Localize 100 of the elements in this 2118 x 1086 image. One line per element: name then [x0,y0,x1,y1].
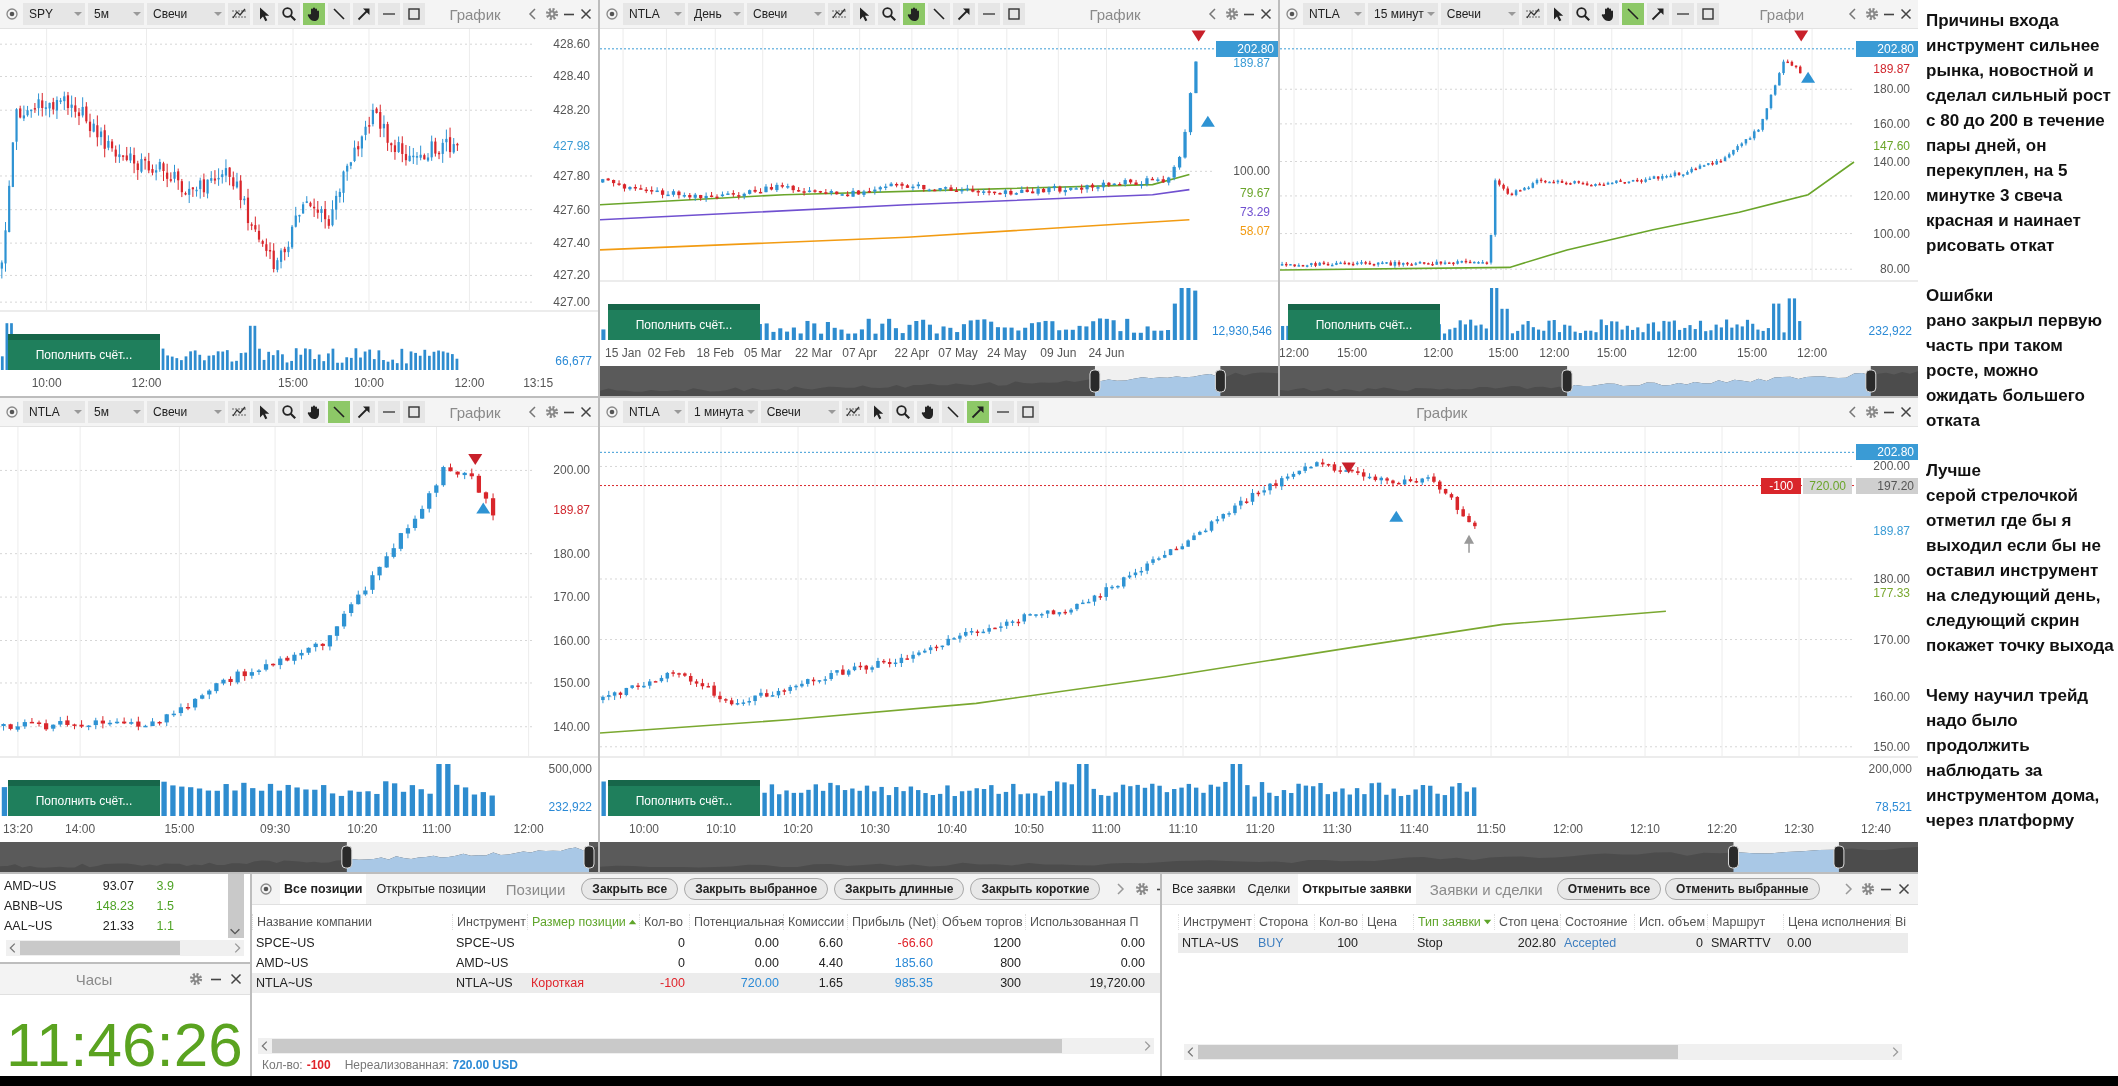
close-icon[interactable] [578,404,594,420]
line-tool-button[interactable] [941,401,964,423]
column-header[interactable]: Кол-во [639,914,689,930]
hand-tool-button[interactable] [916,401,939,423]
column-header[interactable]: Кол-во [1314,914,1362,930]
interval-dropdown[interactable]: 1 минута [688,401,758,423]
rectangle-tool-button[interactable] [1016,401,1039,423]
chart-type-dropdown[interactable]: Свечи [760,401,839,423]
deposit-button[interactable]: Пополнить счёт... [1288,304,1440,340]
column-header[interactable]: Маршрут [1707,914,1783,930]
column-header[interactable]: Цена исполнения [1783,914,1890,930]
action-button[interactable]: Закрыть короткие [970,878,1101,900]
hand-tool-button[interactable] [903,3,925,25]
symbol-dropdown[interactable]: NTLA [23,401,85,423]
horizontal-line-tool-button[interactable] [378,3,400,25]
zoom-tool-button[interactable] [878,3,900,25]
horizontal-line-tool-button[interactable] [1671,3,1694,25]
column-header[interactable]: Использованная П [1025,914,1149,930]
action-button[interactable]: Закрыть все [581,878,679,900]
action-button[interactable]: Отменить все [1556,878,1662,900]
action-button[interactable]: Отменить выбранные [1665,878,1820,900]
column-header[interactable]: Исп. объем [1634,914,1707,930]
column-header[interactable]: Состояние [1560,914,1634,930]
horizontal-scrollbar[interactable] [258,1038,1154,1054]
close-icon[interactable] [1258,6,1274,22]
settings-icon[interactable] [188,971,204,987]
hand-tool-button[interactable] [1596,3,1619,25]
symbol-dropdown[interactable]: SPY [23,3,85,25]
arrow-tool-button[interactable] [953,3,975,25]
minimize-icon[interactable] [1880,887,1892,891]
tab[interactable]: Открытые позиции [372,874,490,904]
rectangle-tool-button[interactable] [403,401,425,423]
indicators-tool-button[interactable] [1521,3,1544,25]
minimize-icon[interactable] [210,977,222,981]
tab[interactable]: Все позиции [280,874,367,904]
horizontal-line-tool-button[interactable] [978,3,1000,25]
zoom-tool-button[interactable] [891,401,914,423]
close-icon[interactable] [1898,404,1914,420]
minimize-icon[interactable] [563,410,575,414]
hand-tool-button[interactable] [303,401,325,423]
column-header[interactable]: Комиссии [783,914,847,930]
horizontal-line-tool-button[interactable] [991,401,1014,423]
chart-type-dropdown[interactable]: Свечи [147,401,225,423]
column-header[interactable]: Инструмент [1178,914,1254,930]
close-icon[interactable] [1896,881,1912,897]
indicators-tool-button[interactable] [841,401,864,423]
tab[interactable]: Все заявки [1168,874,1240,904]
horizontal-line-tool-button[interactable] [378,401,400,423]
minimize-icon[interactable] [1883,12,1895,16]
table-row[interactable]: NTLA~US NTLA~US Короткая -100 720.00 1.65 985.35 300 19,720.00 [252,973,1160,993]
column-header[interactable]: Стоп цена [1494,914,1560,930]
zoom-tool-button[interactable] [1571,3,1594,25]
range-navigator[interactable] [1280,366,1918,396]
cursor-tool-button[interactable] [853,3,875,25]
symbol-dropdown[interactable]: NTLA [623,401,685,423]
minimize-icon[interactable] [1883,410,1895,414]
vertical-scrollbar[interactable] [228,874,244,938]
line-tool-button[interactable] [328,401,350,423]
settings-icon[interactable] [1134,881,1151,897]
rectangle-tool-button[interactable] [403,3,425,25]
deposit-button[interactable]: Пополнить счёт... [608,780,760,816]
order-quantity[interactable]: -100 [1761,477,1802,494]
column-header[interactable]: Прибыль (Net) [847,914,937,930]
deposit-button[interactable]: Пополнить счёт... [608,304,760,340]
range-navigator[interactable] [600,366,1278,396]
arrow-tool-button[interactable] [1646,3,1669,25]
range-navigator[interactable] [0,842,598,872]
table-row[interactable]: NTLA~US BUY 100 Stop 202.80 Accepted 0 SMARTTV 0.00 [1178,933,1908,953]
line-tool-button[interactable] [328,3,350,25]
zoom-tool-button[interactable] [278,401,300,423]
symbol-dropdown[interactable]: NTLA [623,3,685,25]
cursor-tool-button[interactable] [866,401,889,423]
indicators-tool-button[interactable] [228,3,250,25]
rectangle-tool-button[interactable] [1696,3,1719,25]
symbol-dropdown[interactable]: NTLA [1303,3,1365,25]
cursor-tool-button[interactable] [253,3,275,25]
cursor-tool-button[interactable] [1546,3,1569,25]
minimize-icon[interactable] [1243,12,1255,16]
horizontal-scrollbar[interactable] [6,940,244,956]
hand-tool-button[interactable] [303,3,325,25]
action-button[interactable]: Закрыть выбранное [684,878,829,900]
cursor-tool-button[interactable] [253,401,275,423]
interval-dropdown[interactable]: 5м [88,3,144,25]
arrow-tool-button[interactable] [353,3,375,25]
zoom-tool-button[interactable] [278,3,300,25]
rectangle-tool-button[interactable] [1003,3,1025,25]
deposit-button[interactable]: Пополнить счёт... [8,334,160,370]
chart-type-dropdown[interactable]: Свечи [1440,3,1519,25]
column-header[interactable]: Название компании [252,914,452,930]
minimize-icon[interactable] [563,12,575,16]
tab[interactable]: Открытые заявки [1298,874,1416,904]
arrow-tool-button[interactable] [353,401,375,423]
horizontal-scrollbar[interactable] [1184,1044,1902,1060]
indicators-tool-button[interactable] [228,401,250,423]
interval-dropdown[interactable]: День [688,3,744,25]
chart-type-dropdown[interactable]: Свечи [747,3,825,25]
column-header[interactable]: Цена [1362,914,1413,930]
close-icon[interactable] [228,971,244,987]
close-icon[interactable] [578,6,594,22]
indicators-tool-button[interactable] [828,3,850,25]
